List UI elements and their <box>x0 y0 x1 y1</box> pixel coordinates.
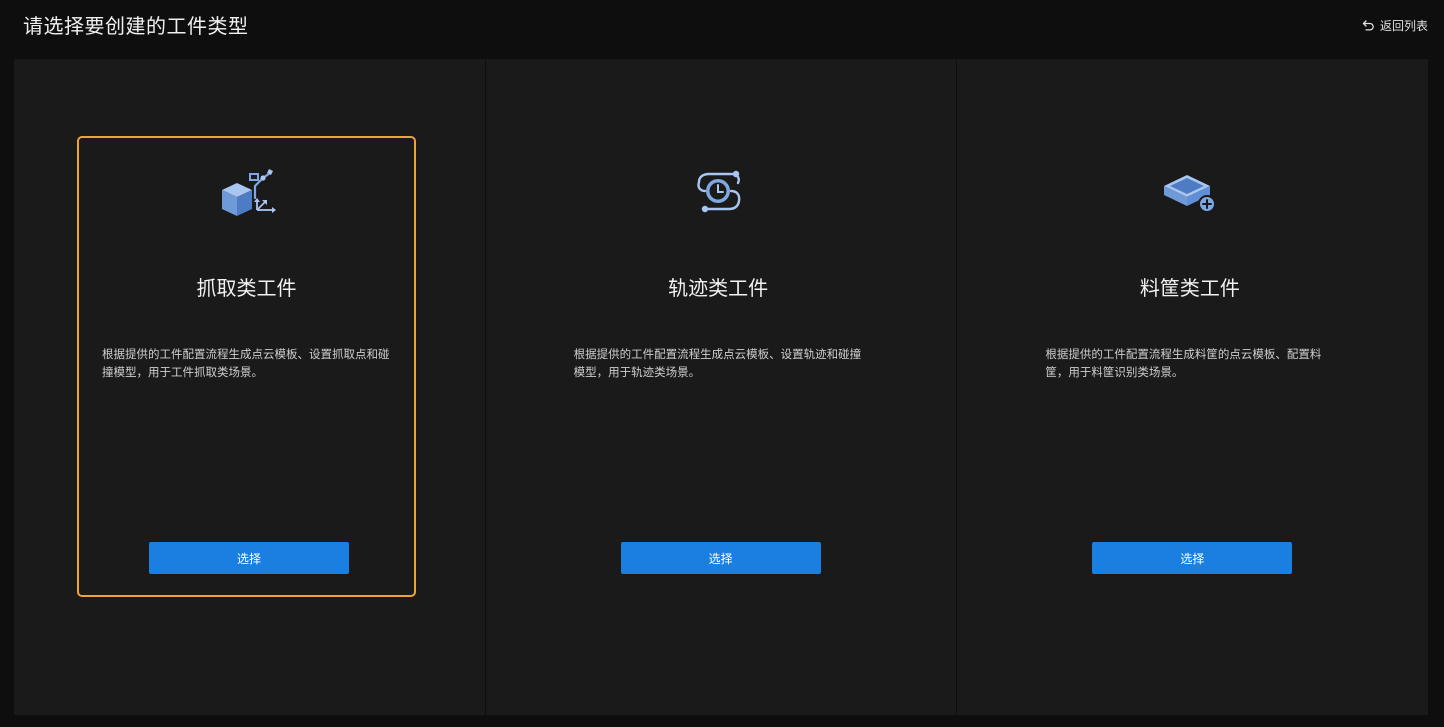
card-description: 根据提供的工件配置流程生成料筐的点云模板、配置料筐，用于料筐识别类场景。 <box>1045 347 1322 379</box>
card-description: 根据提供的工件配置流程生成点云模板、设置轨迹和碰撞模型，用于轨迹类场景。 <box>573 347 862 379</box>
select-picking-button[interactable]: 选择 <box>149 542 349 574</box>
select-bin-button[interactable]: 选择 <box>1092 542 1293 574</box>
card-description: 根据提供的工件配置流程生成点云模板、设置抓取点和碰撞模型，用于工件抓取类场景。 <box>102 347 390 379</box>
card-title: 料筐类工件 <box>1139 276 1240 300</box>
column-picking: 抓取类工件 根据提供的工件配置流程生成点云模板、设置抓取点和碰撞模型，用于工件抓… <box>14 59 485 715</box>
select-trajectory-button[interactable]: 选择 <box>620 542 821 574</box>
back-to-list-link[interactable]: 返回列表 <box>1362 16 1428 34</box>
bin-add-icon <box>1163 175 1216 213</box>
page-title: 请选择要创建的工件类型 <box>23 14 249 38</box>
box-with-robot-arm-icon <box>221 169 276 216</box>
card-bin-workpiece[interactable]: 料筐类工件 根据提供的工件配置流程生成料筐的点云模板、配置料筐，用于料筐识别类场… <box>1020 136 1359 597</box>
column-trajectory: 轨迹类工件 根据提供的工件配置流程生成点云模板、设置轨迹和碰撞模型，用于轨迹类场… <box>484 59 957 715</box>
workpiece-type-panel: 抓取类工件 根据提供的工件配置流程生成点云模板、设置抓取点和碰撞模型，用于工件抓… <box>14 59 1428 715</box>
undo-arrow-icon <box>1362 20 1374 31</box>
card-title: 轨迹类工件 <box>668 276 769 300</box>
header: 请选择要创建的工件类型 返回列表 <box>0 0 1444 56</box>
column-bin: 料筐类工件 根据提供的工件配置流程生成料筐的点云模板、配置料筐，用于料筐识别类场… <box>956 59 1428 715</box>
card-trajectory-workpiece[interactable]: 轨迹类工件 根据提供的工件配置流程生成点云模板、设置轨迹和碰撞模型，用于轨迹类场… <box>549 136 888 597</box>
card-picking-workpiece[interactable]: 抓取类工件 根据提供的工件配置流程生成点云模板、设置抓取点和碰撞模型，用于工件抓… <box>77 136 416 597</box>
trajectory-path-icon <box>697 170 741 213</box>
back-to-list-label: 返回列表 <box>1379 18 1428 33</box>
card-title: 抓取类工件 <box>196 276 297 300</box>
